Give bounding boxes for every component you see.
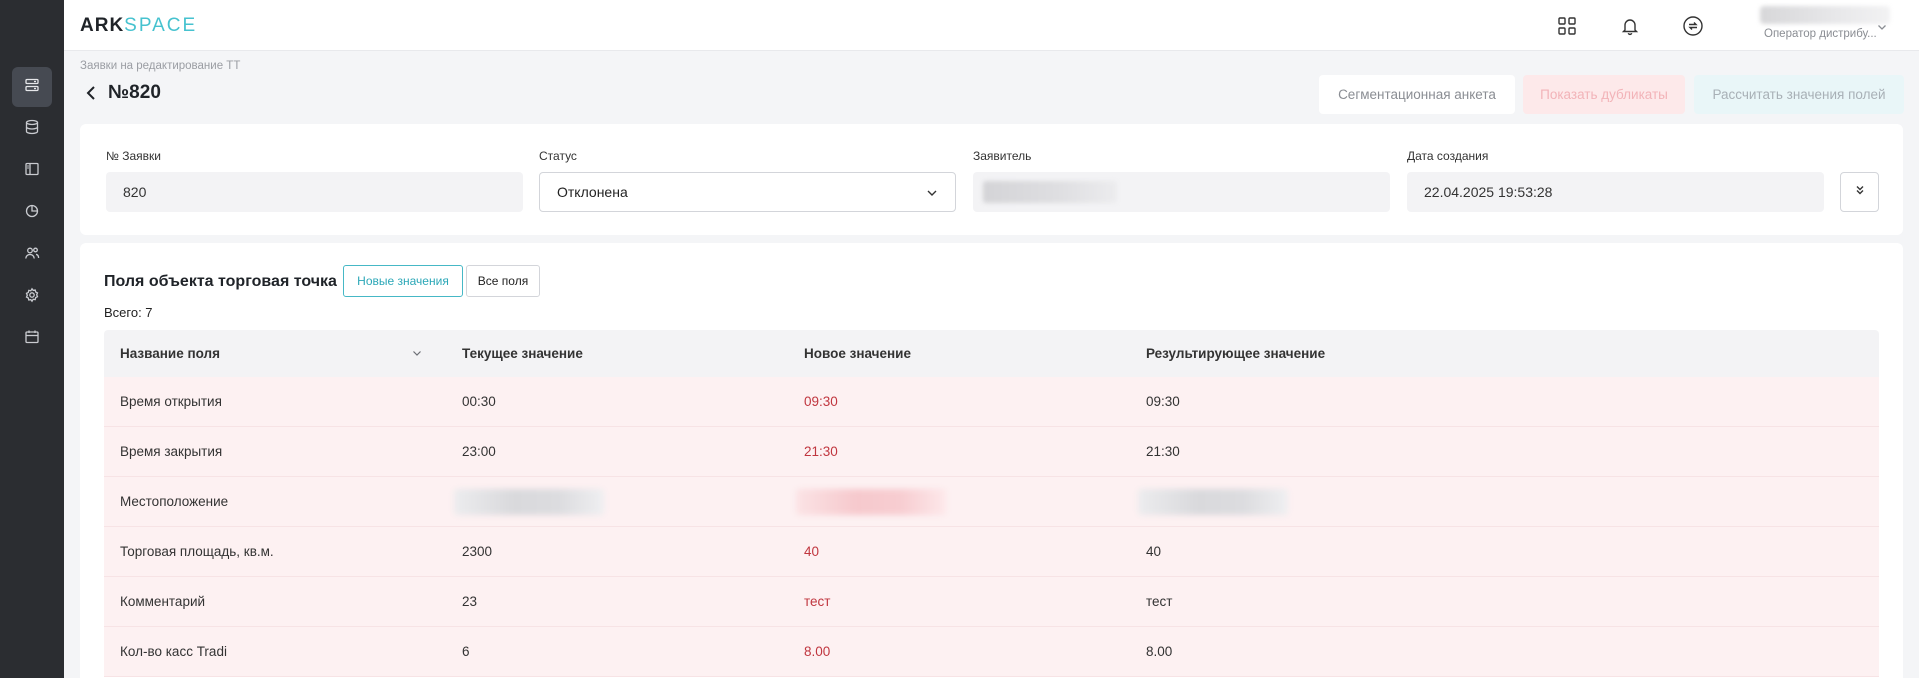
page-title: №820	[108, 82, 161, 103]
applicant-label: Заявитель	[973, 149, 1032, 163]
row-field-name: Кол-во касс Tradi	[120, 644, 227, 659]
row-field-name: Время закрытия	[120, 444, 223, 459]
toggle-new-values[interactable]: Новые значения	[343, 265, 463, 297]
chevron-down-icon[interactable]	[411, 347, 423, 362]
sidebar-item-settings[interactable]	[12, 277, 52, 317]
sidebar-item-database[interactable]	[12, 109, 52, 149]
column-header-new: Новое значение	[804, 346, 911, 361]
sidebar-item-calendar[interactable]	[12, 319, 52, 359]
user-role: Оператор дистрибу...	[1764, 28, 1877, 40]
top-header: ARKSPACE Оператор дистрибу...	[64, 0, 1919, 51]
table-row: Кол-во касс Tradi 6 8.00 8.00	[104, 627, 1879, 677]
bell-icon[interactable]	[1617, 13, 1643, 39]
column-header-current: Текущее значение	[462, 346, 583, 361]
status-select[interactable]: Отклонена	[539, 172, 956, 212]
app-logo[interactable]: ARKSPACE	[80, 15, 197, 37]
section-title: Поля объекта торговая точка	[104, 273, 337, 290]
logo-ark-text: ARK	[80, 15, 125, 36]
request-number-label: № Заявки	[106, 149, 161, 163]
created-date-field: 22.04.2025 19:53:28	[1407, 172, 1824, 212]
list-icon	[24, 77, 40, 98]
row-new-value: 8.00	[804, 644, 831, 659]
total-count: Всего: 7	[104, 305, 153, 320]
row-result-value: 8.00	[1146, 644, 1173, 659]
table-row: Местоположение	[104, 477, 1879, 527]
row-new-value: тест	[804, 594, 831, 609]
row-current-value: 23	[462, 594, 478, 609]
request-number-field: 820	[106, 172, 523, 212]
created-date-label: Дата создания	[1407, 149, 1489, 163]
user-name-redacted	[1760, 6, 1890, 24]
sidebar-item-requests[interactable]	[12, 67, 52, 107]
chevron-down-icon	[925, 186, 939, 203]
layout-icon	[24, 161, 40, 182]
chevron-down-icon[interactable]	[1876, 20, 1888, 38]
request-info-card: № Заявки 820 Статус Отклонена Заявитель …	[80, 124, 1903, 235]
row-current-value-redacted	[454, 489, 604, 515]
segmentation-survey-button[interactable]: Сегментационная анкета	[1319, 75, 1515, 114]
toggle-all-fields[interactable]: Все поля	[466, 265, 540, 297]
applicant-field	[973, 172, 1390, 212]
row-field-name: Комментарий	[120, 594, 206, 609]
page-title-row: №820	[82, 82, 161, 104]
table-row: Время закрытия 23:00 21:30 21:30	[104, 427, 1879, 477]
row-current-value: 23:00	[462, 444, 496, 459]
table-row: Комментарий 23 тест тест	[104, 577, 1879, 627]
row-new-value-redacted	[796, 489, 946, 515]
sidebar-item-layout[interactable]	[12, 151, 52, 191]
show-duplicates-button[interactable]: Показать дубликаты	[1523, 75, 1685, 114]
calculate-fields-button[interactable]: Рассчитать значения полей	[1694, 75, 1904, 114]
column-header-field-name[interactable]: Название поля	[120, 346, 220, 361]
table-row: Время открытия 00:30 09:30 09:30	[104, 377, 1879, 427]
row-new-value: 09:30	[804, 394, 838, 409]
status-label: Статус	[539, 149, 577, 163]
calendar-icon	[24, 329, 40, 350]
back-arrow-icon[interactable]	[82, 82, 100, 104]
row-result-value: тест	[1146, 594, 1173, 609]
database-icon	[24, 119, 40, 140]
double-chevron-down-icon	[1854, 183, 1866, 201]
row-result-value: 40	[1146, 544, 1162, 559]
sync-icon[interactable]	[1680, 13, 1706, 39]
row-new-value: 21:30	[804, 444, 838, 459]
logo-space-text: SPACE	[124, 15, 198, 36]
sidebar	[0, 0, 64, 678]
user-menu[interactable]: Оператор дистрибу...	[1744, 0, 1919, 51]
apps-grid-icon[interactable]	[1554, 13, 1580, 39]
row-current-value: 2300	[462, 544, 493, 559]
created-date-value: 22.04.2025 19:53:28	[1424, 184, 1553, 200]
table-header: Название поля Текущее значение Новое зна…	[104, 330, 1879, 377]
row-field-name: Время открытия	[120, 394, 222, 409]
table-row: Торговая площадь, кв.м. 2300 40 40	[104, 527, 1879, 577]
row-current-value: 6	[462, 644, 470, 659]
row-result-value: 21:30	[1146, 444, 1180, 459]
row-new-value: 40	[804, 544, 820, 559]
status-value: Отклонена	[557, 184, 628, 200]
sidebar-item-analytics[interactable]	[12, 193, 52, 233]
column-header-result: Результирующее значение	[1146, 346, 1326, 361]
users-icon	[24, 245, 40, 266]
breadcrumb[interactable]: Заявки на редактирование ТТ	[80, 60, 240, 72]
row-current-value: 00:30	[462, 394, 496, 409]
request-number-value: 820	[123, 184, 147, 200]
pie-chart-icon	[24, 203, 40, 224]
applicant-value-redacted	[983, 181, 1117, 203]
row-field-name: Местоположение	[120, 494, 229, 509]
row-result-value-redacted	[1138, 489, 1288, 515]
sidebar-item-users[interactable]	[12, 235, 52, 275]
expand-details-button[interactable]	[1840, 172, 1879, 212]
fields-table: Название поля Текущее значение Новое зна…	[104, 330, 1879, 677]
row-result-value: 09:30	[1146, 394, 1180, 409]
row-field-name: Торговая площадь, кв.м.	[120, 544, 274, 559]
settings-icon	[24, 287, 40, 308]
fields-card: Поля объекта торговая точка Новые значен…	[80, 243, 1903, 678]
